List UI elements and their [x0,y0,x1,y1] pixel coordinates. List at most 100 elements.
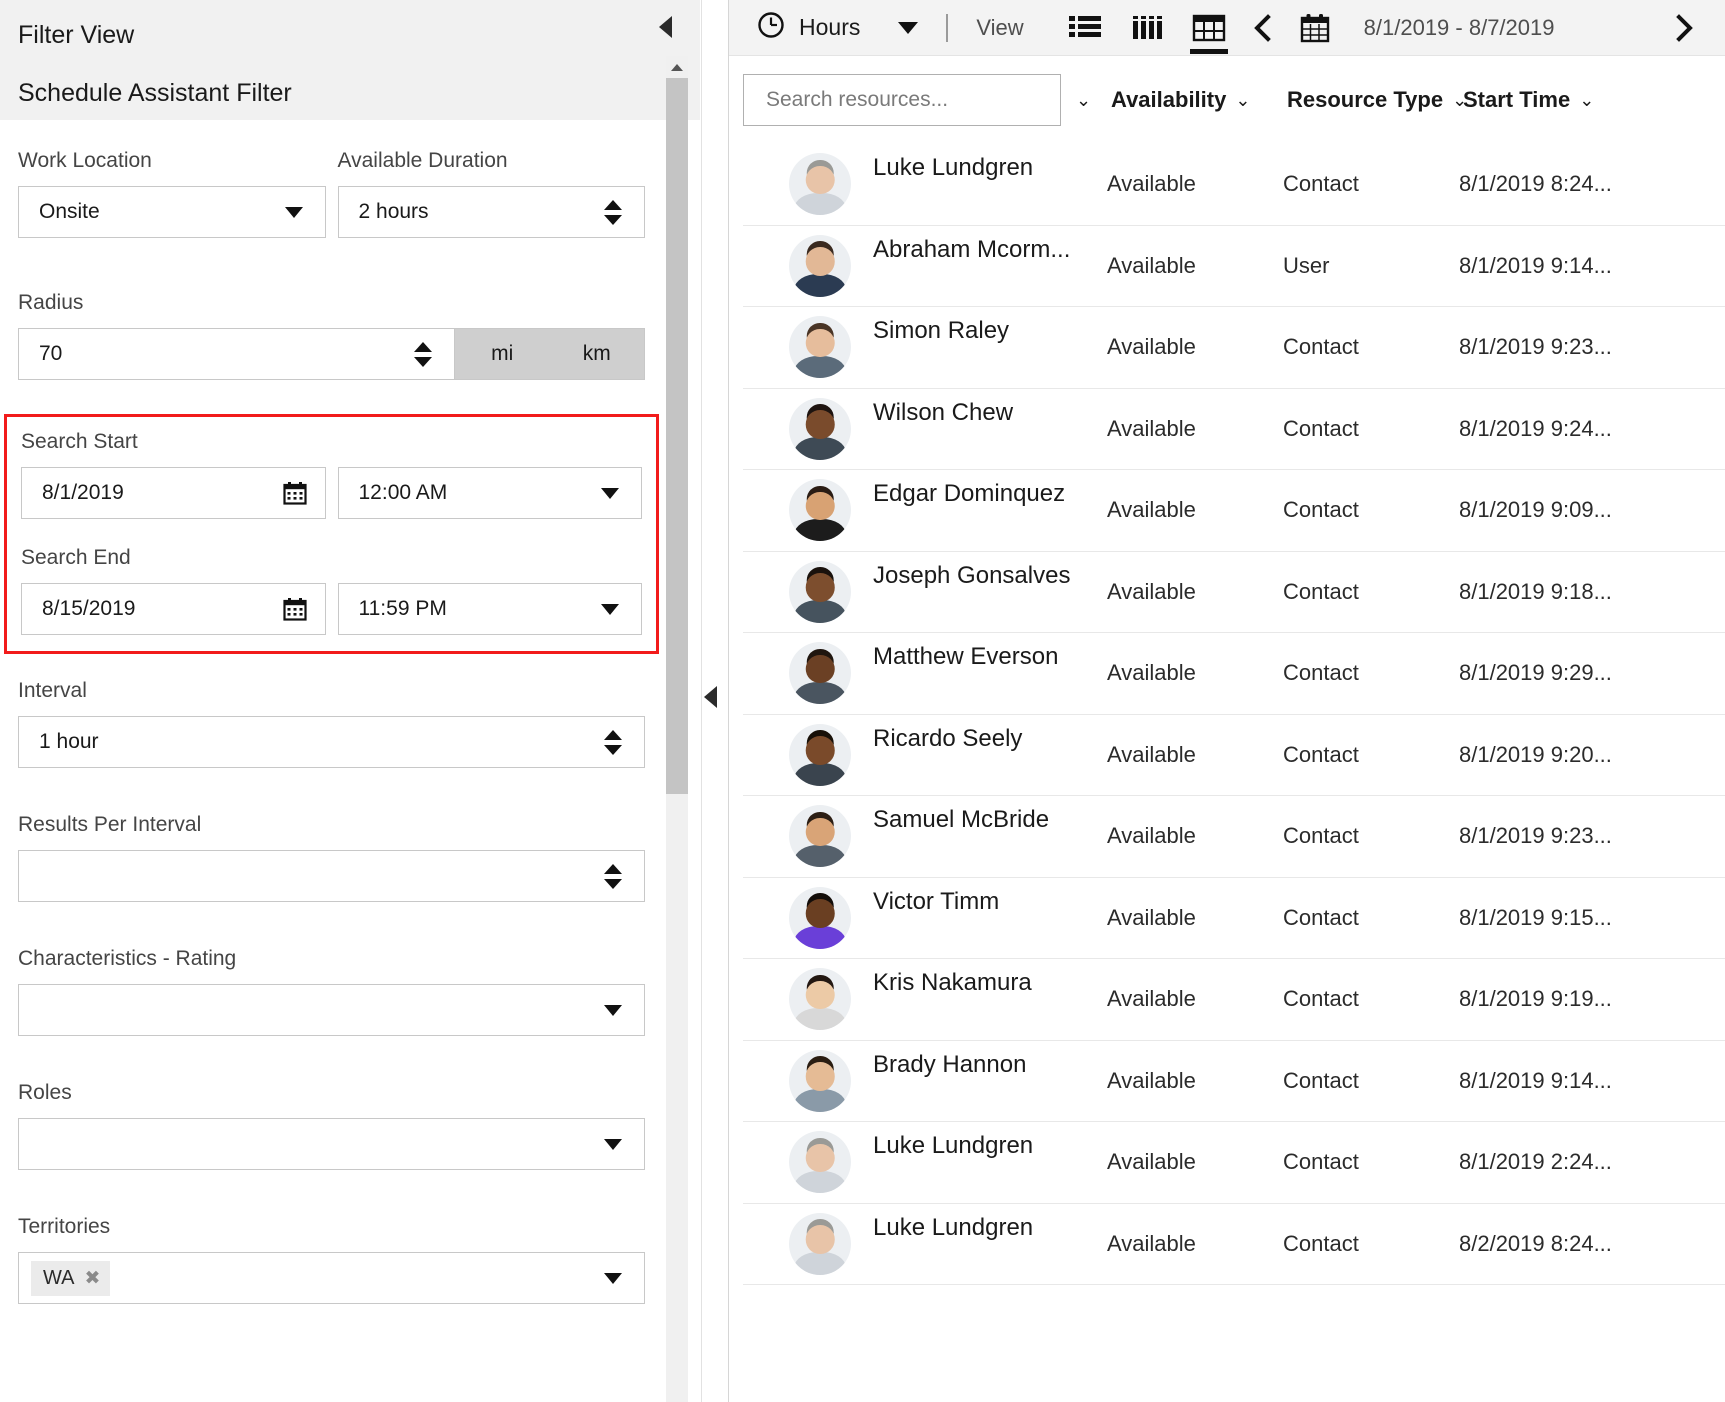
territories-label: Territories [18,1215,111,1238]
splitter-divider [701,0,702,1402]
table-row[interactable]: Samuel McBride Available Contact 8/1/2019 9… [729,796,1725,878]
table-row[interactable]: Matthew Everson Available Contact 8/1/2019 … [729,633,1725,715]
column-header-start-time[interactable]: Start Time ⌄ [1463,87,1663,113]
table-row[interactable]: Luke Lundgren Available Contact 8/1/2019 8:… [729,144,1725,226]
scroll-up-icon[interactable] [666,56,688,78]
chevron-down-icon: ⌄ [1075,89,1092,110]
search-end-time-value: 11:59 PM [358,597,447,620]
chevron-down-icon: ⌄ [1579,89,1595,110]
table-row[interactable]: Kris Nakamura Available Contact 8/1/2019 9:… [729,959,1725,1041]
panel-splitter[interactable] [700,0,728,1402]
caret-down-icon[interactable] [284,206,303,218]
resource-type-value: Contact [1283,1067,1359,1093]
search-end-label: Search End [21,546,131,569]
grid-view-icon[interactable] [1178,0,1240,56]
grid-header: Search resources... ⌄ Availability ⌄ Res… [729,56,1725,144]
resource-results-panel: Hours View 8/1/2019 - 8/7/2019 Search re… [728,0,1725,1402]
start-time-value: 8/1/2019 9:24... [1459,415,1612,441]
search-end-time-select[interactable]: 11:59 PM [337,583,642,635]
spinner-icon[interactable] [604,729,622,755]
start-time-value: 8/1/2019 9:23... [1459,334,1612,360]
unit-km-option[interactable]: km [550,329,645,379]
resource-type-value: Contact [1283,823,1359,849]
spinner-icon[interactable] [604,863,622,889]
avatar [789,723,851,786]
caret-down-icon[interactable] [604,1004,622,1016]
calendar-icon[interactable] [282,481,307,505]
work-location-value: Onsite [39,200,100,223]
spinner-icon[interactable] [414,341,432,367]
table-row[interactable]: Abraham Mcorm... Available User 8/1/2019 9:… [729,225,1725,307]
avatar [789,316,851,379]
start-time-value: 8/1/2019 9:19... [1459,986,1612,1012]
avatar [789,153,851,216]
caret-down-icon[interactable] [604,1272,622,1284]
radius-value: 70 [39,342,63,365]
territories-select[interactable]: WA ✖ [18,1252,645,1304]
list-view-icon[interactable] [1054,0,1116,56]
table-row[interactable]: Luke Lundgren Available Contact 8/1/2019 2:… [729,1122,1725,1204]
table-row[interactable]: Joseph Gonsalves Available Contact 8/1/2019… [729,551,1725,633]
resource-name: Luke Lundgren [873,1132,1034,1160]
available-duration-stepper[interactable]: 2 hours [337,186,645,238]
roles-select[interactable] [18,1118,645,1170]
table-row[interactable]: Ricardo Seely Available Contact 8/1/2019 9:… [729,714,1725,796]
radius-unit-toggle[interactable]: mi km [455,328,645,380]
avatar [789,886,851,949]
columns-view-icon[interactable] [1116,0,1178,56]
availability-value: Available [1107,578,1196,604]
next-period-button[interactable] [1661,0,1707,56]
characteristics-rating-select[interactable] [18,984,645,1036]
table-row[interactable]: Wilson Chew Available Contact 8/1/2019 9:24… [729,388,1725,470]
resource-name: Edgar Dominquez [873,480,1066,508]
filter-panel-scrollbar[interactable] [666,56,688,1402]
resource-type-value: Contact [1283,415,1359,441]
territory-token[interactable]: WA ✖ [31,1260,111,1296]
resource-rows-container: Luke Lundgren Available Contact 8/1/2019 8:… [729,144,1725,1285]
hours-unit-button[interactable]: Hours [757,11,860,44]
avatar [789,234,851,297]
column-header-availability[interactable]: Availability ⌄ [1111,87,1287,113]
work-location-select[interactable]: Onsite [18,186,326,238]
search-start-date-input[interactable]: 8/1/2019 [21,467,326,519]
caret-down-icon[interactable] [601,487,619,499]
close-icon[interactable]: ✖ [84,1267,100,1290]
prev-period-button[interactable] [1240,0,1286,56]
interval-stepper[interactable]: 1 hour [18,716,645,768]
chevron-left-icon[interactable] [704,686,717,708]
resource-type-value: Contact [1283,986,1359,1012]
availability-value: Available [1107,497,1196,523]
chevron-left-icon[interactable] [659,16,672,38]
table-row[interactable]: Simon Raley Available Contact 8/1/2019 9:23… [729,307,1725,389]
available-duration-field: Available Duration 2 hours [337,148,645,238]
unit-mi-option[interactable]: mi [455,329,550,379]
caret-down-icon[interactable] [898,21,919,34]
search-range-highlight-group: Search Start 8/1/2019 12:00 AM Search En… [4,414,659,654]
table-row[interactable]: Victor Timm Available Contact 8/1/2019 9:15… [729,877,1725,959]
caret-down-icon[interactable] [604,1138,622,1150]
spinner-icon[interactable] [604,199,622,225]
table-row[interactable]: Edgar Dominquez Available Contact 8/1/2019 … [729,470,1725,552]
search-start-time-select[interactable]: 12:00 AM [337,467,642,519]
radius-input[interactable]: 70 [18,328,455,380]
column-header-resource-type[interactable]: Resource Type ⌄ [1287,87,1467,113]
search-end-date-input[interactable]: 8/15/2019 [21,583,326,635]
schedule-toolbar: Hours View 8/1/2019 - 8/7/2019 [729,0,1725,56]
available-duration-label: Available Duration [337,149,508,172]
calendar-icon[interactable] [282,597,307,621]
territories-tokens: WA ✖ [19,1260,604,1296]
work-location-field: Work Location Onsite [18,148,326,238]
calendar-icon[interactable] [1286,0,1344,56]
table-row[interactable]: Luke Lundgren Available Contact 8/2/2019 8:… [729,1203,1725,1285]
scrollbar-thumb[interactable] [666,78,688,794]
results-per-interval-stepper[interactable] [18,850,645,902]
caret-down-icon[interactable] [601,603,619,615]
search-input[interactable]: Search resources... [743,74,1061,126]
column-header-name[interactable]: ⌄ [1061,90,1097,111]
start-time-value: 8/1/2019 8:24... [1459,171,1612,197]
table-row[interactable]: Brady Hannon Available Contact 8/1/2019 9:1… [729,1040,1725,1122]
search-start-time-value: 12:00 AM [358,481,448,504]
resource-name: Wilson Chew [873,398,1014,426]
resource-name: Victor Timm [873,887,1000,915]
resource-name: Joseph Gonsalves [873,561,1071,589]
